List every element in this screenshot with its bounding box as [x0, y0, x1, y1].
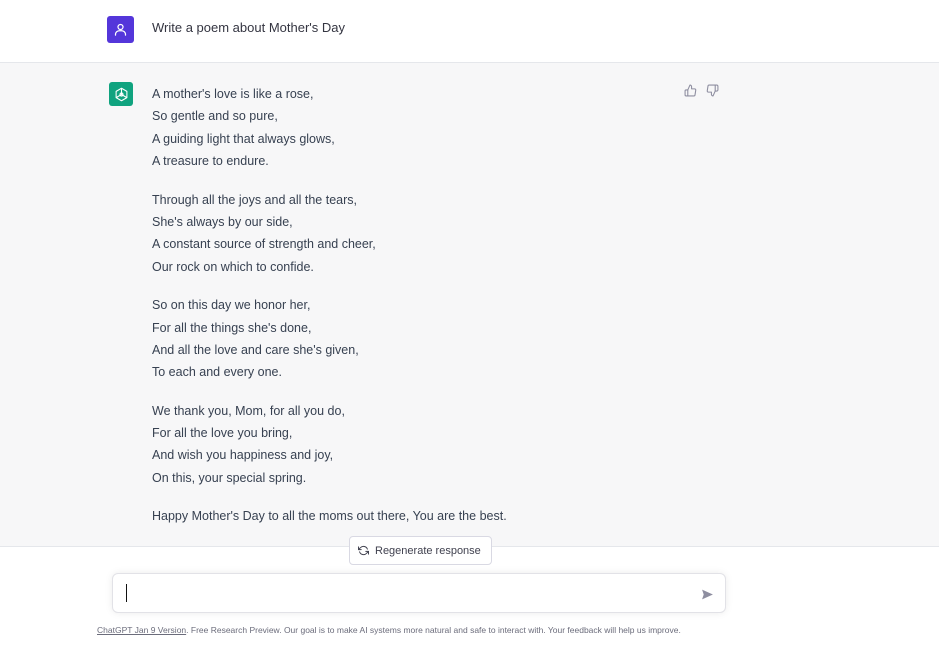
regenerate-response-label: Regenerate response — [375, 544, 481, 557]
poem-line: On this, your special spring. — [152, 470, 307, 485]
poem-line: And wish you happiness and joy, — [152, 448, 334, 463]
message-input-box — [112, 573, 726, 613]
feedback-buttons — [683, 83, 719, 97]
closing-line: Happy Mother's Day to all the moms out t… — [152, 509, 507, 524]
poem-line: A constant source of strength and cheer, — [152, 237, 376, 252]
version-link[interactable]: ChatGPT Jan 9 Version — [97, 625, 186, 635]
poem-line: A treasure to endure. — [152, 154, 269, 169]
poem-line: For all the love you bring, — [152, 426, 293, 441]
refresh-icon — [358, 545, 369, 556]
chat-page: Write a poem about Mother's Day A mother… — [0, 0, 939, 651]
message-input[interactable] — [125, 584, 685, 604]
user-avatar — [107, 16, 134, 43]
poem-stanza: So on this day we honor her, For all the… — [152, 294, 672, 384]
poem-line: Through all the joys and all the tears, — [152, 192, 357, 207]
poem-line: She's always by our side, — [152, 214, 293, 229]
user-message-row: Write a poem about Mother's Day — [0, 0, 939, 63]
poem-line: To each and every one. — [152, 365, 282, 380]
send-button[interactable] — [699, 586, 715, 602]
thumbs-up-icon[interactable] — [683, 83, 697, 97]
poem-stanza: Through all the joys and all the tears, … — [152, 189, 672, 279]
user-icon — [113, 22, 128, 37]
footer-text: . Free Research Preview. Our goal is to … — [186, 625, 681, 635]
poem-stanza: We thank you, Mom, for all you do, For a… — [152, 400, 672, 490]
footer-disclaimer: ChatGPT Jan 9 Version. Free Research Pre… — [97, 625, 681, 635]
poem-line: A guiding light that always glows, — [152, 131, 335, 146]
poem-stanza: A mother's love is like a rose, So gentl… — [152, 83, 672, 173]
poem-line: Our rock on which to confide. — [152, 259, 314, 274]
text-caret — [126, 584, 127, 602]
openai-logo-icon — [113, 86, 130, 103]
send-icon — [701, 588, 714, 601]
assistant-message-row: A mother's love is like a rose, So gentl… — [0, 63, 939, 547]
poem-line: And all the love and care she's given, — [152, 342, 359, 357]
assistant-avatar — [109, 82, 133, 106]
user-message-text: Write a poem about Mother's Day — [152, 20, 345, 35]
poem-line: So gentle and so pure, — [152, 109, 278, 124]
thumbs-down-icon[interactable] — [705, 83, 719, 97]
poem-line: We thank you, Mom, for all you do, — [152, 403, 345, 418]
assistant-message-text: A mother's love is like a rose, So gentl… — [152, 83, 672, 527]
poem-line: A mother's love is like a rose, — [152, 87, 314, 101]
poem-line: For all the things she's done, — [152, 320, 312, 335]
regenerate-response-button[interactable]: Regenerate response — [349, 536, 492, 565]
poem-line: So on this day we honor her, — [152, 298, 311, 313]
